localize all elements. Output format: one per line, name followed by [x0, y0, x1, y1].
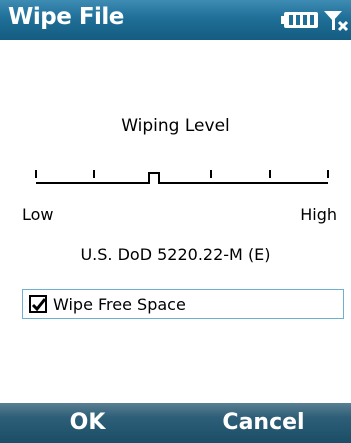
signal-icon: [324, 11, 349, 32]
slider-tick: [35, 170, 37, 178]
window-title: Wipe File: [8, 4, 124, 30]
status-icons: [277, 8, 349, 32]
slider-tick: [93, 170, 96, 178]
slider-tick: [327, 170, 329, 178]
wiping-level-heading: Wiping Level: [121, 116, 230, 136]
wipe-free-space-label: Wipe Free Space: [53, 294, 186, 314]
ok-softkey[interactable]: OK: [0, 403, 175, 443]
checkmark-icon: [31, 298, 47, 312]
title-bar: Wipe File: [0, 0, 351, 40]
battery-icon: [281, 12, 318, 28]
wipe-free-space-row[interactable]: Wipe Free Space: [22, 289, 344, 319]
wipe-free-space-checkbox[interactable]: [29, 295, 47, 313]
slider-track[interactable]: [36, 182, 328, 184]
slider-tick: [268, 170, 271, 178]
wipe-standard-label: U.S. DoD 5220.22-M (E): [80, 245, 271, 264]
softkey-bar: OK Cancel: [0, 403, 351, 443]
cancel-softkey[interactable]: Cancel: [176, 403, 351, 443]
slider-thumb[interactable]: [147, 172, 160, 184]
slider-low-label: Low: [22, 205, 54, 224]
slider-high-label: High: [300, 205, 337, 224]
wiping-level-slider[interactable]: [26, 158, 338, 198]
slider-tick: [210, 170, 213, 178]
dialog-content: Wiping Level Low High U.S. DoD 5220.22-M…: [0, 40, 351, 403]
